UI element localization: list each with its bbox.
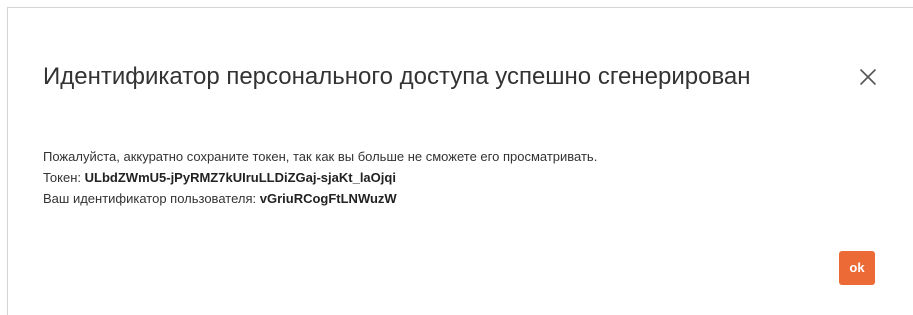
- user-id-label: Ваш идентификатор пользователя:: [43, 191, 257, 206]
- dialog-body: Пожалуйста, аккуратно сохраните токен, т…: [43, 146, 597, 209]
- close-icon: [860, 69, 876, 85]
- user-id-line: Ваш идентификатор пользователя: vGriuRCo…: [43, 188, 597, 209]
- token-value: ULbdZWmU5-jPyRMZ7kUIruLLDiZGaj-sjaKt_laO…: [84, 170, 396, 185]
- close-button[interactable]: [855, 64, 881, 90]
- save-token-message: Пожалуйста, аккуратно сохраните токен, т…: [43, 149, 598, 164]
- dialog-title: Идентификатор персонального доступа успе…: [43, 63, 751, 90]
- token-generated-dialog: Идентификатор персонального доступа успе…: [7, 7, 913, 315]
- user-id-value: vGriuRCogFtLNWuzW: [259, 191, 397, 206]
- token-line: Токен: ULbdZWmU5-jPyRMZ7kUIruLLDiZGaj-sj…: [43, 167, 597, 188]
- token-label: Токен:: [43, 170, 82, 185]
- ok-button[interactable]: ok: [839, 251, 875, 285]
- page: Идентификатор персонального доступа успе…: [0, 0, 913, 315]
